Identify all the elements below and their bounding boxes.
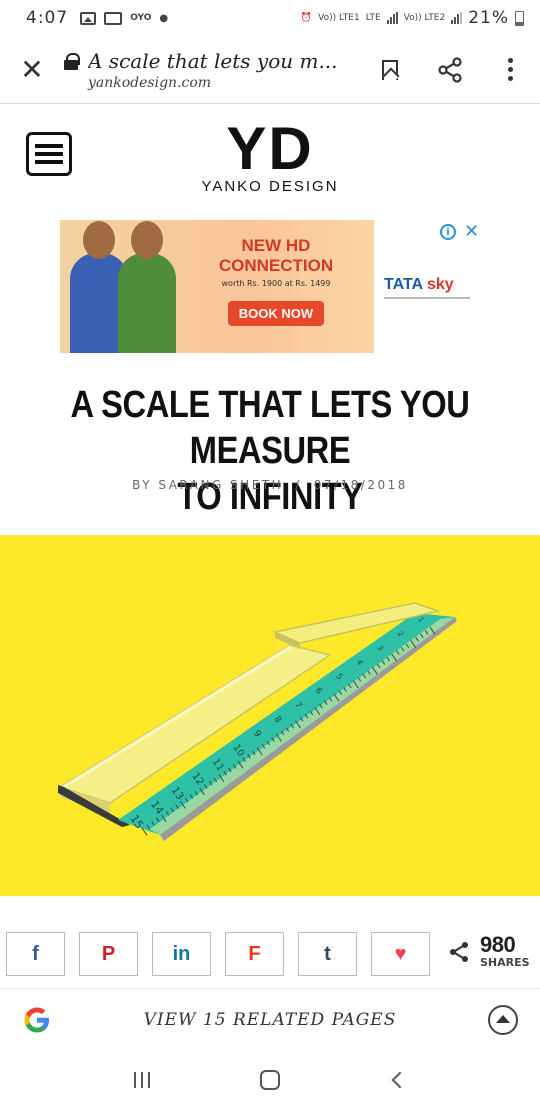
logo-name: YANKO DESIGN bbox=[201, 178, 339, 195]
more-vert-icon bbox=[507, 58, 513, 81]
ad-book-now-button[interactable]: BOOK NOW bbox=[227, 301, 325, 326]
bookmark-icon bbox=[382, 59, 398, 80]
network-type: LTE bbox=[365, 13, 381, 23]
share-counter[interactable]: 980 SHARES bbox=[448, 934, 530, 969]
url-bar[interactable]: A scale that lets you m... yankodesign.c… bbox=[88, 49, 360, 91]
ad-info-icon[interactable]: i bbox=[440, 224, 456, 240]
network-sim1: Vo)) LTE1 bbox=[318, 13, 360, 23]
share-count-value: 980 bbox=[480, 932, 516, 957]
signal-sim2-icon bbox=[451, 12, 463, 24]
custom-tab-toolbar: ✕ A scale that lets you m... yankodesign… bbox=[0, 36, 540, 104]
ad-person-image bbox=[118, 221, 176, 353]
ad-brand-divider bbox=[384, 297, 470, 299]
site-logo[interactable]: YD YANKO DESIGN bbox=[170, 115, 370, 196]
battery-icon bbox=[515, 10, 524, 26]
share-flipboard-button[interactable]: F bbox=[225, 932, 284, 976]
infinity-scale-illustration: 151413121110987654321 bbox=[58, 602, 457, 841]
voicemail-notification-icon bbox=[104, 11, 123, 25]
home-button[interactable] bbox=[260, 1070, 280, 1090]
bookmark-button[interactable] bbox=[360, 36, 420, 104]
expand-related-button[interactable] bbox=[488, 1005, 518, 1035]
share-tumblr-button[interactable]: t bbox=[298, 932, 357, 976]
share-page-button[interactable] bbox=[420, 36, 480, 104]
ad-headline-1: NEW HD bbox=[241, 236, 311, 255]
ad-headline-2: CONNECTION bbox=[218, 256, 334, 275]
share-count-label: SHARES bbox=[480, 956, 530, 969]
recent-apps-button[interactable] bbox=[134, 1072, 150, 1088]
battery-percent: 21% bbox=[468, 8, 509, 28]
system-indicators: ⏰ Vo)) LTE1 LTE Vo)) LTE2 21% bbox=[301, 8, 524, 28]
byline-separator: / bbox=[295, 478, 302, 492]
pinterest-icon: P bbox=[101, 942, 116, 965]
share-icon bbox=[438, 56, 462, 83]
tab-domain: yankodesign.com bbox=[88, 74, 212, 91]
related-pages-label: VIEW 15 RELATED PAGES bbox=[143, 1009, 397, 1030]
flipboard-icon: F bbox=[248, 942, 261, 965]
ad-copy: NEW HD CONNECTION worth Rs. 1900 at Rs. … bbox=[206, 236, 346, 326]
article-date: 07/18/2018 bbox=[313, 478, 408, 492]
article-title: A SCALE THAT LETS YOU MEASURE TO INFINIT… bbox=[46, 382, 493, 520]
article-author[interactable]: BY SARANG SHETH bbox=[132, 478, 283, 492]
close-tab-button[interactable]: ✕ bbox=[0, 36, 64, 104]
status-bar: 4:07 OYO ● ⏰ Vo)) LTE1 LTE Vo)) LTE2 21% bbox=[0, 0, 540, 36]
ad-price: worth Rs. 1900 at Rs. 1499 bbox=[221, 279, 331, 288]
close-icon: ✕ bbox=[20, 53, 44, 86]
oyo-notification-icon: OYO bbox=[130, 13, 152, 23]
pocket-icon: ♥ bbox=[394, 942, 407, 965]
ad-brand-2: sky bbox=[426, 276, 454, 293]
alarm-icon: ⏰ bbox=[300, 13, 313, 23]
system-navigation-bar bbox=[0, 1050, 540, 1110]
linkedin-icon: in bbox=[172, 942, 191, 965]
facebook-icon: f bbox=[32, 942, 39, 965]
more-notifications-dot-icon: ● bbox=[159, 12, 169, 24]
ad-close-icon[interactable]: ✕ bbox=[464, 223, 479, 241]
ad-banner[interactable]: NEW HD CONNECTION worth Rs. 1900 at Rs. … bbox=[60, 220, 374, 353]
tab-page-title: A scale that lets you m... bbox=[88, 48, 338, 73]
share-linkedin-button[interactable]: in bbox=[152, 932, 211, 976]
ad-brand-1: TATA bbox=[384, 276, 423, 293]
lock-icon[interactable] bbox=[64, 52, 80, 70]
logo-mark: YD bbox=[226, 115, 314, 182]
gallery-notification-icon bbox=[80, 11, 97, 25]
share-pocket-button[interactable]: ♥ bbox=[371, 932, 430, 976]
network-sim2: Vo)) LTE2 bbox=[403, 13, 446, 23]
share-facebook-button[interactable]: f bbox=[6, 932, 65, 976]
share-buttons: f Pin Ft ♥ bbox=[6, 932, 430, 976]
tumblr-icon: t bbox=[324, 942, 331, 965]
related-pages-bar[interactable]: VIEW 15 RELATED PAGES bbox=[0, 988, 540, 1050]
ad-controls: i ✕ bbox=[440, 223, 479, 241]
clock: 4:07 bbox=[26, 8, 69, 28]
article-title-line-1: A SCALE THAT LETS YOU MEASURE bbox=[70, 384, 470, 472]
signal-sim1-icon bbox=[386, 12, 398, 24]
site-menu-button[interactable] bbox=[26, 132, 72, 176]
overflow-menu-button[interactable] bbox=[480, 36, 540, 104]
back-button[interactable] bbox=[391, 1071, 409, 1089]
ad-brand-logo[interactable]: TATA sky bbox=[384, 276, 454, 294]
hero-image[interactable]: 15 14 13 12 11 10 9 8 7 6 5 4 3 2 1 bbox=[0, 535, 540, 896]
share-icon bbox=[450, 941, 468, 962]
article-byline: BY SARANG SHETH / 07/18/2018 bbox=[0, 478, 540, 492]
share-pinterest-button[interactable]: P bbox=[79, 932, 138, 976]
